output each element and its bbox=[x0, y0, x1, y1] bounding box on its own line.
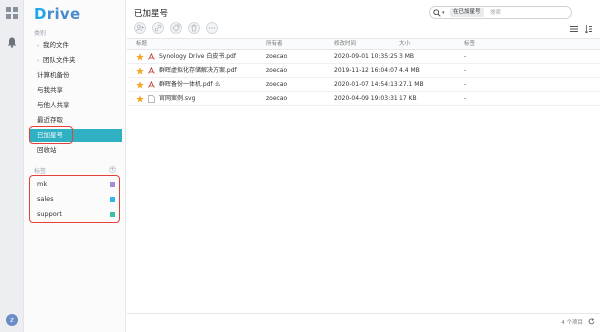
file-modified: 2020-01-07 14:54:13 bbox=[334, 81, 398, 88]
shared-indicator-icon: ㄠ bbox=[214, 81, 221, 88]
file-tag: - bbox=[464, 67, 467, 74]
link-icon bbox=[154, 24, 162, 32]
svg-file-icon bbox=[148, 95, 155, 103]
more-actions-button[interactable] bbox=[206, 22, 218, 34]
app-rail: z bbox=[0, 0, 24, 332]
star-icon[interactable] bbox=[136, 67, 144, 75]
search-scope-chip[interactable]: 在已加星号 bbox=[450, 8, 484, 17]
file-modified: 2020-04-09 19:03:31 bbox=[334, 95, 398, 102]
column-header-size[interactable]: 大小 bbox=[399, 39, 410, 50]
file-tag: - bbox=[464, 53, 467, 60]
star-icon[interactable] bbox=[136, 95, 144, 103]
item-count: 4 个项目 bbox=[561, 320, 583, 326]
column-header-title[interactable]: 标题 bbox=[136, 39, 147, 50]
search-scope-dropdown[interactable]: ▾ bbox=[442, 8, 445, 18]
tag-button[interactable] bbox=[170, 22, 182, 34]
file-tag: - bbox=[464, 81, 467, 88]
search-box[interactable]: ▾ 在已加星号 搜索 bbox=[429, 6, 572, 19]
file-size: 4.4 MB bbox=[399, 67, 420, 74]
sidebar-item-shared-with-me[interactable]: 与我共享 bbox=[30, 84, 122, 97]
file-name[interactable]: 群晖备份一体机.pdf ㄠ bbox=[159, 78, 221, 92]
file-size: 17 KB bbox=[399, 95, 417, 102]
tag-icon bbox=[172, 24, 180, 32]
trash-icon bbox=[191, 24, 197, 32]
file-modified: 2019-11-12 16:04:07 bbox=[334, 67, 398, 74]
add-user-button[interactable] bbox=[134, 22, 146, 34]
table-row[interactable]: Synology Drive 白皮书.pdf zoecao 2020-09-01… bbox=[127, 50, 600, 64]
file-owner: zoecao bbox=[266, 67, 288, 74]
notification-bell-icon[interactable] bbox=[7, 37, 17, 48]
table-header: 标题 所有者 修改时间 大小 标签 bbox=[127, 38, 600, 50]
page-title: 已加星号 bbox=[134, 9, 169, 19]
file-name[interactable]: Synology Drive 白皮书.pdf bbox=[159, 50, 236, 64]
tags-section-label: 标签 bbox=[34, 168, 47, 175]
apps-grid-icon[interactable] bbox=[6, 7, 18, 19]
link-button[interactable] bbox=[152, 22, 164, 34]
column-header-owner[interactable]: 所有者 bbox=[266, 39, 283, 50]
category-section-label: 类别 bbox=[34, 30, 47, 37]
file-tag: - bbox=[464, 95, 467, 102]
add-user-icon bbox=[136, 24, 144, 32]
star-icon[interactable] bbox=[136, 53, 144, 61]
more-icon bbox=[208, 27, 216, 29]
user-avatar[interactable]: z bbox=[6, 314, 18, 326]
file-name[interactable]: 官网案例.svg bbox=[159, 92, 195, 106]
main-panel: 已加星号 ▾ 在已加星号 搜索 标题 所有者 修改时间 大小 标签 Synolo… bbox=[127, 0, 600, 332]
refresh-icon[interactable] bbox=[588, 318, 595, 325]
pdf-file-icon bbox=[148, 53, 155, 60]
add-tag-button[interactable]: + bbox=[109, 166, 116, 173]
column-header-modified[interactable]: 修改时间 bbox=[334, 39, 356, 50]
file-size: 27.1 MB bbox=[399, 81, 424, 88]
list-view-icon[interactable] bbox=[570, 26, 578, 32]
annotation-highlight-starred bbox=[29, 126, 73, 144]
delete-button[interactable] bbox=[188, 22, 200, 34]
column-header-tag[interactable]: 标签 bbox=[464, 39, 475, 50]
search-icon bbox=[433, 9, 441, 17]
file-name[interactable]: 群晖虚拟化存储解决方案.pdf bbox=[159, 64, 237, 78]
annotation-highlight-tags bbox=[29, 175, 120, 223]
drive-logo: Drive bbox=[34, 5, 81, 23]
sidebar-item-recycle-bin[interactable]: 回收站 bbox=[30, 144, 122, 157]
sidebar-item-my-files[interactable]: › 我的文件 bbox=[30, 39, 122, 52]
file-owner: zoecao bbox=[266, 95, 288, 102]
table-row[interactable]: 群晖备份一体机.pdf ㄠ zoecao 2020-01-07 14:54:13… bbox=[127, 78, 600, 92]
sidebar-item-pc-backup[interactable]: 计算机备份 bbox=[30, 69, 122, 82]
file-table: 标题 所有者 修改时间 大小 标签 Synology Drive 白皮书.pdf… bbox=[127, 38, 600, 106]
file-size: 3 MB bbox=[399, 53, 415, 60]
file-owner: zoecao bbox=[266, 53, 288, 60]
status-footer: 4 个项目 bbox=[127, 313, 600, 332]
file-modified: 2020-09-01 10:35:25 bbox=[334, 53, 398, 60]
pdf-file-icon bbox=[148, 67, 155, 74]
pdf-file-icon bbox=[148, 81, 155, 88]
sidebar: Drive 类别 › 我的文件 › 团队文件夹 计算机备份 与我共享 与他人共享 最… bbox=[24, 0, 126, 332]
drive-app: z Drive 类别 › 我的文件 › 团队文件夹 计算机备份 与我共享 与他人共享… bbox=[0, 0, 600, 332]
star-icon[interactable] bbox=[136, 81, 144, 89]
table-row[interactable]: 官网案例.svg zoecao 2020-04-09 19:03:31 17 K… bbox=[127, 92, 600, 106]
search-input[interactable]: 搜索 bbox=[490, 8, 501, 18]
sidebar-item-team-folders[interactable]: › 团队文件夹 bbox=[30, 54, 122, 67]
table-row[interactable]: 群晖虚拟化存储解决方案.pdf zoecao 2019-11-12 16:04:… bbox=[127, 64, 600, 78]
sidebar-item-shared-with-others[interactable]: 与他人共享 bbox=[30, 99, 122, 112]
file-owner: zoecao bbox=[266, 81, 288, 88]
sort-options-icon[interactable] bbox=[585, 25, 592, 33]
